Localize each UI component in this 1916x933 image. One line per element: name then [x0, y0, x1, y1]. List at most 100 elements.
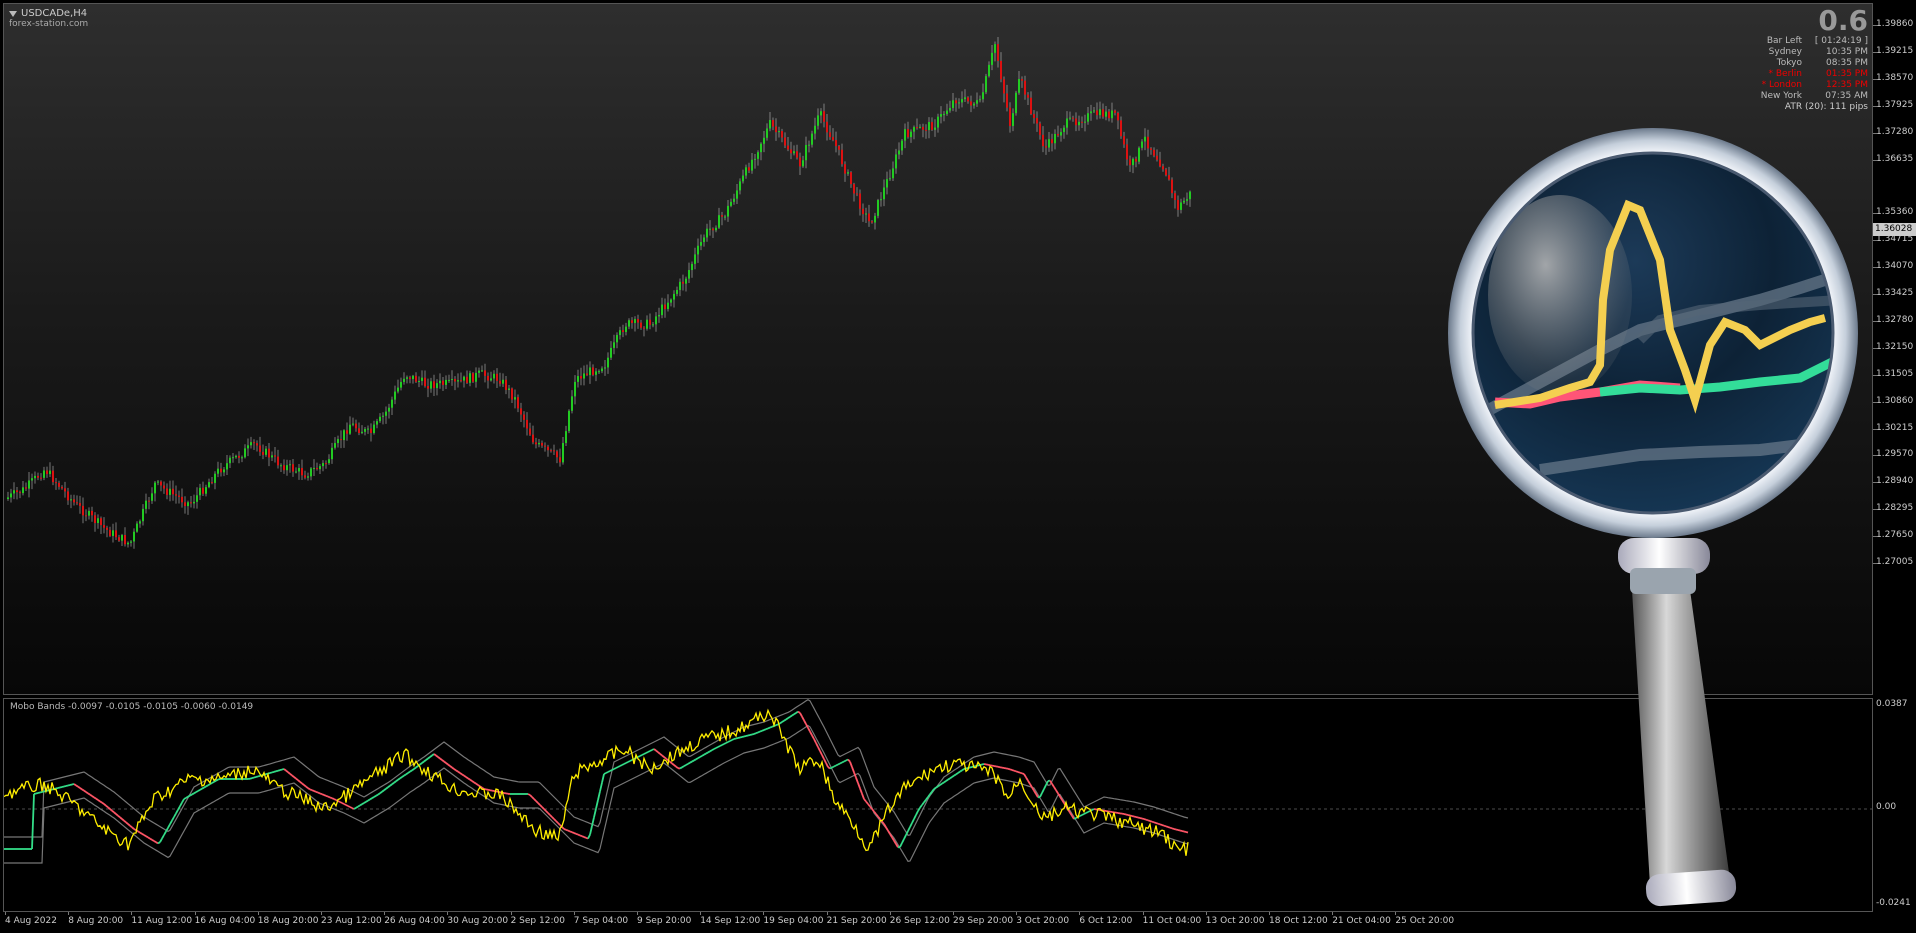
middle-band-segment: [1129, 814, 1133, 817]
candle-body: [403, 378, 405, 382]
middle-band-segment: [885, 826, 889, 832]
price-axis-label: 1.32780: [1876, 314, 1914, 325]
candle-body: [772, 120, 774, 127]
middle-band-segment: [449, 765, 453, 769]
candle-body: [319, 466, 321, 470]
chart-title: USDCADe,H4: [9, 8, 87, 19]
middle-band-segment: [689, 760, 693, 764]
time-axis-label: 3 Oct 20:00: [1016, 916, 1070, 926]
candle-body: [1069, 117, 1071, 119]
price-axis-tick: [1873, 320, 1877, 322]
middle-band-segment: [1167, 826, 1171, 829]
middle-band-segment: [173, 812, 177, 818]
middle-band-segment: [353, 807, 357, 810]
middle-band-segment: [1091, 808, 1095, 811]
middle-band-segment: [935, 785, 939, 789]
middle-band-segment: [71, 783, 75, 786]
middle-band-segment: [675, 765, 679, 769]
middle-band-segment: [609, 769, 613, 772]
candle-body: [43, 470, 45, 478]
candle-body: [835, 140, 837, 147]
candle-body: [253, 442, 255, 444]
middle-band-segment: [105, 804, 109, 809]
middle-band-segment: [207, 783, 211, 787]
candle-body: [850, 172, 852, 185]
middle-band-segment: [95, 797, 99, 801]
time-axis-label: 29 Sep 20:00: [953, 916, 1014, 926]
price-axis-tick: [1873, 267, 1877, 269]
candle-body: [412, 375, 414, 380]
chart-window[interactable]: USDCADe,H4 forex-station.com 0.6 Bar Lef…: [0, 0, 1916, 933]
middle-band-segment: [703, 752, 707, 756]
candle-body: [904, 129, 906, 141]
candle-body: [415, 375, 417, 382]
time-axis-label: 6 Oct 12:00: [1079, 916, 1133, 926]
candle-body: [196, 495, 198, 502]
time-axis[interactable]: 4 Aug 2022 8 Aug 20:00 11 Aug 12:00 16 Aug …: [3, 912, 1873, 933]
triangle-down-icon[interactable]: [9, 10, 17, 17]
candle-body: [250, 442, 252, 446]
middle-band-segment: [561, 826, 565, 830]
middle-band-segment: [151, 839, 155, 842]
middle-band-segment: [459, 772, 463, 776]
candle-body: [913, 127, 915, 132]
candle-body: [82, 505, 84, 516]
candle-body: [25, 487, 27, 489]
price-chart-pane[interactable]: USDCADe,H4 forex-station.com: [3, 3, 1873, 695]
candle-body: [358, 428, 360, 433]
candle-body: [931, 122, 933, 130]
middle-band-segment: [981, 763, 985, 766]
candle-body: [1081, 121, 1083, 123]
indicator-axis[interactable]: 0.0387 0.00 -0.0241: [1873, 698, 1916, 912]
middle-band-segment: [1007, 767, 1011, 771]
middle-band-segment: [107, 806, 111, 810]
middle-band-segment: [169, 820, 173, 825]
middle-band-segment: [435, 754, 439, 758]
candle-body: [346, 430, 348, 434]
middle-band-segment: [83, 789, 87, 793]
candle-body: [646, 319, 648, 329]
candle-body: [223, 469, 225, 473]
middle-band-segment: [901, 838, 905, 844]
price-axis-label: 1.27005: [1876, 557, 1914, 567]
candle-body: [1156, 155, 1158, 160]
middle-band-segment: [727, 740, 731, 743]
site-watermark: forex-station.com: [9, 19, 89, 29]
middle-band-segment: [939, 782, 943, 786]
middle-band-segment: [185, 795, 189, 799]
candle-body: [205, 487, 207, 494]
middle-band-segment: [77, 785, 81, 789]
time-axis-tick: [573, 912, 575, 915]
candle-body: [1021, 79, 1023, 81]
candle-body: [940, 114, 942, 117]
candle-body: [1111, 110, 1113, 119]
middle-band-segment: [1125, 813, 1129, 816]
candle-body: [754, 158, 756, 160]
candle-body: [790, 149, 792, 154]
price-axis[interactable]: 1.39860 1.39215 1.38570 1.37925 1.37280 1.366…: [1873, 3, 1916, 695]
candle-body: [217, 468, 219, 474]
candle-body: [352, 423, 354, 425]
candle-body: [946, 110, 948, 115]
middle-band-segment: [755, 731, 759, 735]
middle-band-segment: [951, 774, 955, 778]
candle-body: [1048, 139, 1050, 148]
middle-band-segment: [785, 717, 789, 721]
candle-body: [952, 100, 954, 108]
middle-band-segment: [69, 783, 73, 786]
price-axis-tick: [1873, 482, 1877, 484]
middle-band-segment: [179, 802, 183, 807]
candle-body: [700, 242, 702, 246]
time-axis-label: 23 Aug 12:00: [321, 916, 382, 926]
middle-band-segment: [617, 765, 621, 768]
indicator-pane[interactable]: Mobo Bands -0.0097 -0.0105 -0.0105 -0.00…: [3, 698, 1873, 912]
middle-band-segment: [571, 831, 575, 834]
candle-body: [427, 386, 429, 389]
candle-body: [676, 289, 678, 294]
middle-band-segment: [1015, 770, 1019, 773]
candle-body: [49, 470, 51, 475]
candle-body: [1147, 136, 1149, 149]
middle-band-segment: [945, 778, 949, 782]
candle-body: [982, 92, 984, 100]
candle-body: [52, 470, 54, 483]
